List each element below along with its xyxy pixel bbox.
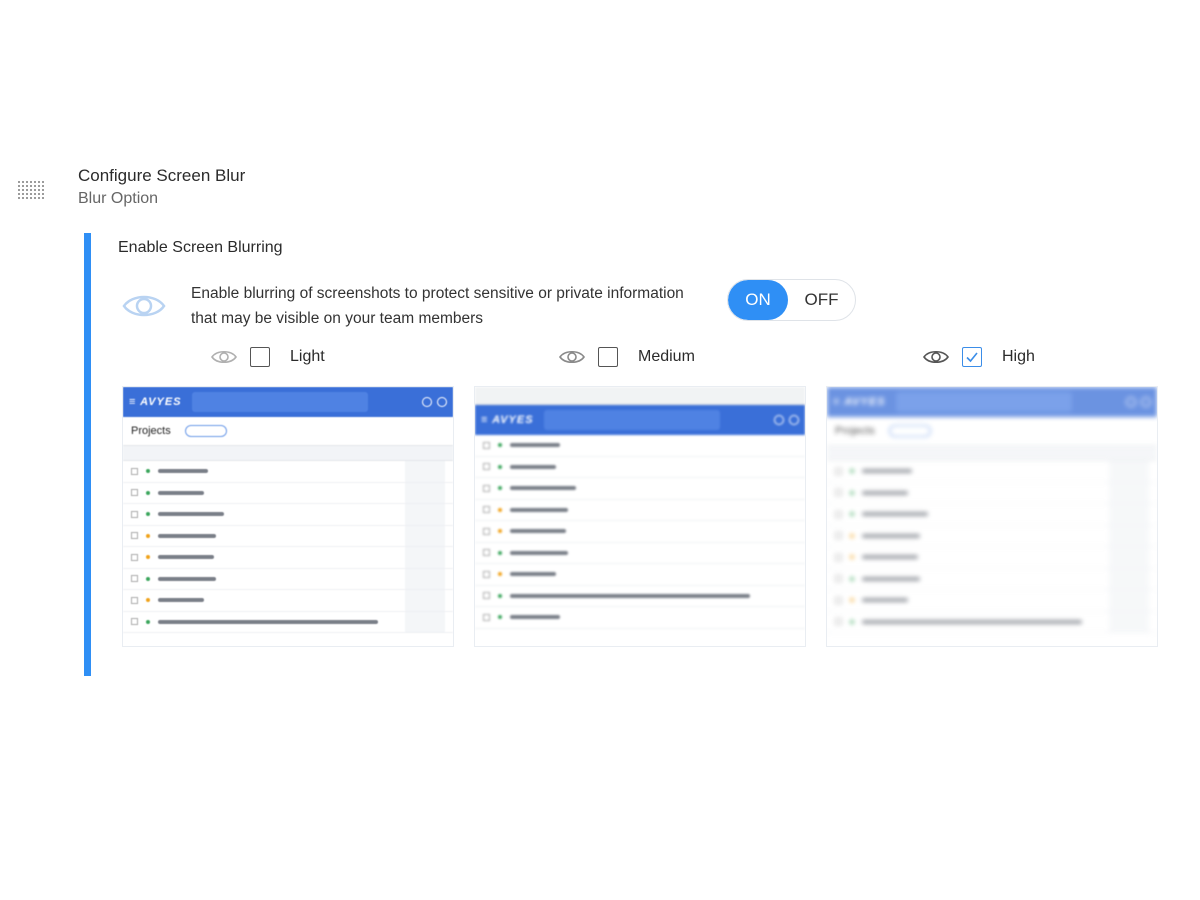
toggle-on-button[interactable]: ON [728,280,788,320]
preview-page-title: Projects [835,425,875,437]
section-description: Enable blurring of screenshots to protec… [191,285,684,327]
brand-logo: ≡ AVYES [481,414,534,426]
eye-icon [923,350,949,364]
medium-checkbox[interactable] [598,347,618,367]
high-checkbox[interactable] [962,347,982,367]
brand-logo: ≡ AVYES [129,396,182,408]
preview-medium: ≡ AVYES [474,386,806,647]
preview-page-title: Projects [131,425,171,437]
option-medium[interactable]: Medium [558,344,695,370]
section-accent-bar [84,233,91,676]
option-label: Medium [638,348,695,365]
brand-logo: ≡ AVYES [833,396,886,408]
blur-toggle[interactable]: ON OFF [727,279,856,321]
option-light[interactable]: Light [210,344,325,370]
checkmark-icon [966,352,978,363]
option-high[interactable]: High [922,344,1035,370]
toggle-off-button[interactable]: OFF [788,280,855,320]
eye-icon [211,350,237,364]
section-title: Enable Screen Blurring [118,239,283,256]
drag-handle-icon[interactable] [16,176,46,204]
eye-icon [120,286,168,326]
option-label: Light [290,348,325,365]
light-checkbox[interactable] [250,347,270,367]
page-title: Configure Screen Blur [78,166,246,185]
option-label: High [1002,348,1035,365]
eye-icon [559,350,585,364]
preview-light: ≡ AVYES Projects [122,386,454,647]
preview-high: ≡ AVYES Projects [826,386,1158,647]
page-subtitle: Blur Option [78,190,159,207]
